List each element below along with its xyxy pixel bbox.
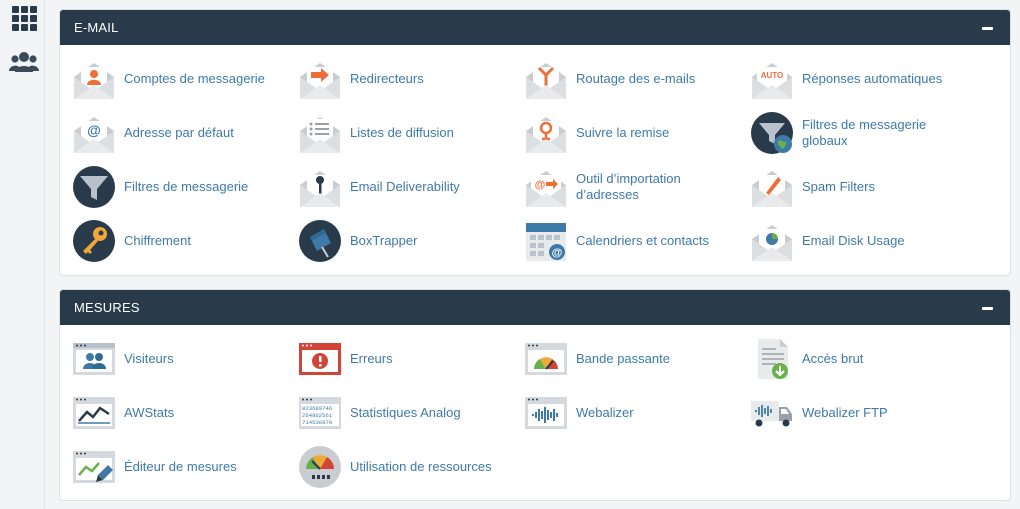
email-item-reponses[interactable]: AUTO Réponses automatiques (738, 55, 964, 103)
item-label: Filtres de messagerie (124, 179, 249, 194)
email-item-routage[interactable]: Routage des e-mails (512, 55, 738, 103)
metrics-panel-body: Visiteurs Erreurs Bande passante Accès b… (60, 325, 1010, 500)
email-item-adresse-defaut[interactable]: @ Adresse par défaut (60, 109, 286, 157)
item-label: Adresse par défaut (124, 125, 234, 140)
metrics-item-analog[interactable]: 023689746 264802561 714536870 Statistiques… (286, 389, 512, 437)
global-filter-icon (750, 111, 794, 155)
analog-digits-line-3: 714536870 (302, 419, 333, 426)
email-item-comptes[interactable]: Comptes de messagerie (60, 55, 286, 103)
email-panel-header[interactable]: E-MAIL (60, 10, 1010, 45)
resource-usage-gauge-icon (298, 445, 342, 489)
awstats-chart-icon (72, 391, 116, 435)
bandwidth-gauge-icon (524, 337, 568, 381)
calendar-at-icon: @ (524, 219, 568, 263)
email-item-redirecteurs[interactable]: Redirecteurs (286, 55, 512, 103)
envelope-pie-icon (750, 219, 794, 263)
envelope-track-icon (524, 111, 568, 155)
item-label: Statistiques Analog (350, 405, 461, 420)
email-item-chiffrement[interactable]: Chiffrement (60, 217, 286, 265)
item-label: Utilisation de ressources (350, 459, 492, 474)
envelope-auto-icon: AUTO (750, 57, 794, 101)
email-item-spam[interactable]: Spam Filters (738, 163, 964, 211)
errors-icon (298, 337, 342, 381)
email-panel-title: E-MAIL (74, 20, 119, 35)
item-label: Listes de diffusion (350, 125, 454, 140)
metrics-panel-header[interactable]: MESURES (60, 290, 1010, 325)
raw-access-icon (750, 337, 794, 381)
item-label: Email Deliverability (350, 179, 460, 194)
envelope-routing-icon (524, 57, 568, 101)
item-label: BoxTrapper (350, 233, 418, 248)
svg-text:AUTO: AUTO (761, 71, 784, 80)
email-item-calendriers[interactable]: @ Calendriers et contacts (512, 217, 738, 265)
metrics-item-visiteurs[interactable]: Visiteurs (60, 335, 286, 383)
envelope-forward-icon (298, 57, 342, 101)
collapse-email-button[interactable] (980, 20, 996, 36)
item-label: Réponses automatiques (802, 71, 943, 86)
item-label: Email Disk Usage (802, 233, 905, 248)
item-label: AWStats (124, 405, 175, 420)
boxtrapper-icon (298, 219, 342, 263)
email-panel-body: Comptes de messagerie Redirecteurs Routa… (60, 45, 1010, 275)
svg-text:@: @ (535, 179, 546, 191)
item-label: Redirecteurs (350, 71, 424, 86)
item-label: Routage des e-mails (576, 71, 696, 86)
svg-text:@: @ (87, 122, 101, 138)
envelope-import-icon: @ (524, 165, 568, 209)
email-item-listes[interactable]: Listes de diffusion (286, 109, 512, 157)
item-label: Outil d’importation d’adresses (576, 171, 681, 202)
users-icon[interactable] (9, 48, 39, 76)
metrics-item-webalizer[interactable]: Webalizer (512, 389, 738, 437)
item-label: Spam Filters (802, 179, 875, 194)
analog-stats-icon: 023689746 264802561 714536870 (298, 391, 342, 435)
metrics-item-webalizer-ftp[interactable]: Webalizer FTP (738, 389, 964, 437)
item-label: Suivre la remise (576, 125, 670, 140)
email-panel: E-MAIL Comptes de messagerie Redirecteur… (59, 9, 1011, 276)
left-rail (0, 0, 45, 509)
envelope-user-icon (72, 57, 116, 101)
filter-icon (72, 165, 116, 209)
item-label: Bande passante (576, 351, 670, 366)
key-icon (72, 219, 116, 263)
item-label: Webalizer (576, 405, 634, 420)
analog-digits-line-2: 264802561 (302, 412, 333, 419)
metrics-item-acces-brut[interactable]: Accès brut (738, 335, 964, 383)
email-item-suivre[interactable]: Suivre la remise (512, 109, 738, 157)
metrics-item-awstats[interactable]: AWStats (60, 389, 286, 437)
metrics-item-ressources[interactable]: Utilisation de ressources (286, 443, 512, 491)
collapse-metrics-button[interactable] (980, 300, 996, 316)
item-label: Chiffrement (124, 233, 191, 248)
metrics-item-erreurs[interactable]: Erreurs (286, 335, 512, 383)
metrics-panel-title: MESURES (74, 300, 140, 315)
metrics-editor-icon (72, 445, 116, 489)
analog-digits-line-1: 023689746 (302, 405, 332, 412)
email-item-deliverability[interactable]: Email Deliverability (286, 163, 512, 211)
metrics-panel: MESURES Visiteurs Erreurs Bande passante (59, 289, 1011, 501)
item-label: Calendriers et contacts (576, 233, 709, 248)
envelope-at-icon: @ (72, 111, 116, 155)
visitors-icon (72, 337, 116, 381)
webalizer-icon (524, 391, 568, 435)
webalizer-ftp-truck-icon (750, 391, 794, 435)
item-label: Accès brut (802, 351, 864, 366)
item-label: Filtres de messagerie globaux (802, 117, 927, 148)
email-item-boxtrapper[interactable]: BoxTrapper (286, 217, 512, 265)
email-item-filtres-globaux[interactable]: Filtres de messagerie globaux (738, 109, 964, 157)
metrics-item-editeur[interactable]: Éditeur de mesures (60, 443, 286, 491)
item-label: Éditeur de mesures (124, 459, 237, 474)
email-item-filtres[interactable]: Filtres de messagerie (60, 163, 286, 211)
item-label: Webalizer FTP (802, 405, 888, 420)
envelope-list-icon (298, 111, 342, 155)
apps-grid-icon[interactable] (9, 4, 39, 32)
item-label: Visiteurs (124, 351, 174, 366)
metrics-item-bande-passante[interactable]: Bande passante (512, 335, 738, 383)
item-label: Erreurs (350, 351, 393, 366)
envelope-key-icon (298, 165, 342, 209)
email-item-importation[interactable]: @ Outil d’importation d’adresses (512, 163, 738, 211)
envelope-pen-icon (750, 165, 794, 209)
svg-text:@: @ (552, 247, 563, 259)
item-label: Comptes de messagerie (124, 71, 265, 86)
email-item-disk-usage[interactable]: Email Disk Usage (738, 217, 964, 265)
